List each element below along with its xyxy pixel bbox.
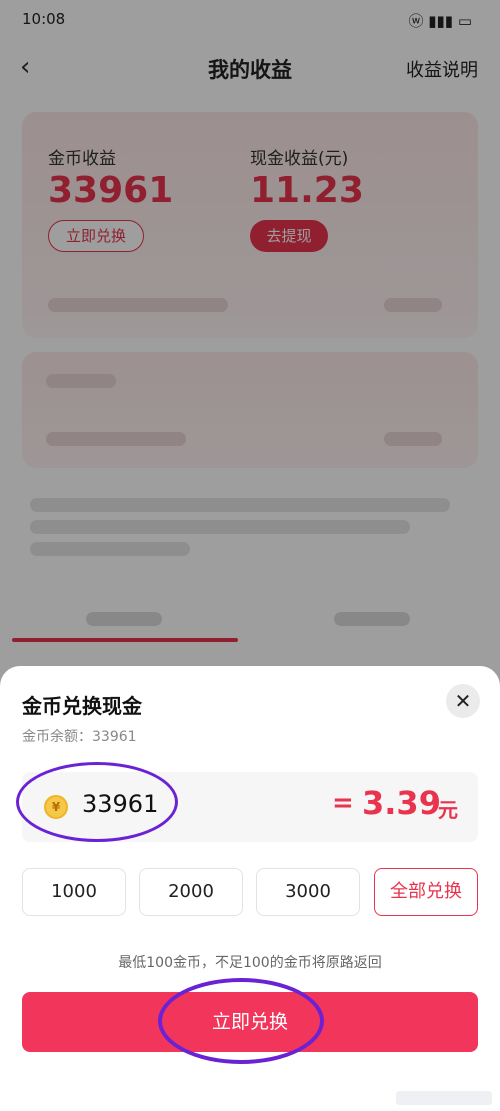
quick-option-2000[interactable]: 2000 bbox=[139, 868, 243, 916]
watermark bbox=[396, 1091, 492, 1105]
quick-option-all[interactable]: 全部兑换 bbox=[374, 868, 478, 916]
annotation-circle-button bbox=[158, 978, 324, 1064]
sheet-title: 金币兑换现金 bbox=[22, 694, 142, 718]
quick-option-3000[interactable]: 3000 bbox=[256, 868, 360, 916]
cash-result-amount: 3.39 bbox=[362, 784, 441, 822]
quick-option-1000[interactable]: 1000 bbox=[22, 868, 126, 916]
exchange-sheet: 金币兑换现金 金币余额：33961 ✕ ¥ 33961 = 3.39 元 100… bbox=[0, 666, 500, 1111]
cash-result-unit: 元 bbox=[438, 798, 458, 822]
close-icon[interactable]: ✕ bbox=[446, 684, 480, 718]
exchange-hint: 最低100金币，不足100的金币将原路返回 bbox=[118, 955, 382, 971]
equals-sign: = bbox=[332, 788, 354, 818]
annotation-circle-input bbox=[16, 762, 178, 842]
coin-balance: 金币余额：33961 bbox=[22, 729, 137, 745]
